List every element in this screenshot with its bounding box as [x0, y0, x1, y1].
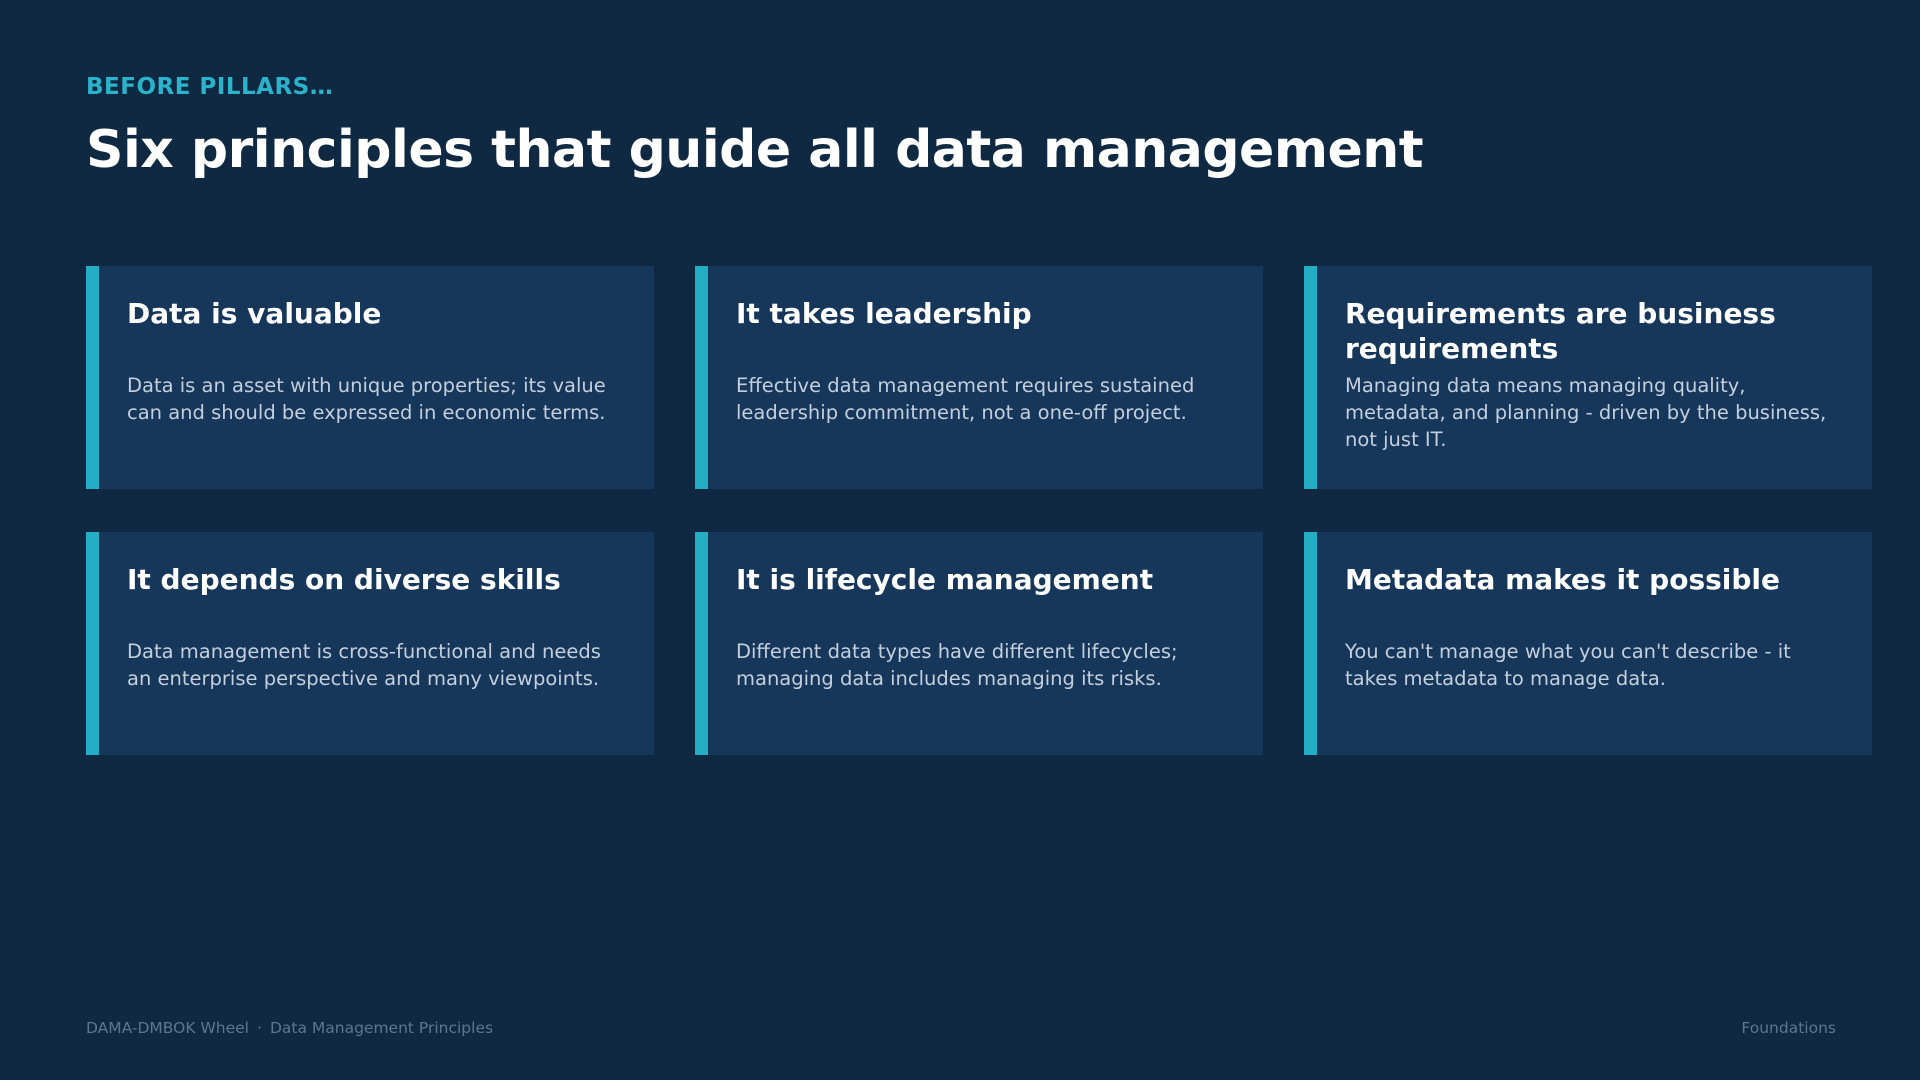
principle-card-data-is-valuable: Data is valuable Data is an asset with u… [86, 266, 654, 489]
card-accent-bar [695, 266, 708, 489]
card-accent-bar [1304, 266, 1317, 489]
principle-card-diverse-skills: It depends on diverse skills Data manage… [86, 532, 654, 755]
section-eyebrow: BEFORE PILLARS… [86, 74, 334, 100]
principles-grid: Data is valuable Data is an asset with u… [86, 266, 1873, 755]
card-title: Metadata makes it possible [1345, 563, 1781, 596]
principle-card-business-requirements: Requirements are business requirements M… [1304, 266, 1872, 489]
footer-source: DAMA-DMBOK Wheel [86, 1019, 249, 1037]
principle-card-leadership: It takes leadership Effective data manag… [695, 266, 1263, 489]
card-title: Requirements are business requirements [1345, 297, 1776, 365]
card-body: You can't manage what you can't describe… [1345, 640, 1791, 690]
footer-separator: · [257, 1019, 262, 1037]
footer-section-label: Foundations [1741, 1019, 1836, 1037]
footer-topic: Data Management Principles [269, 1019, 494, 1037]
card-title: It is lifecycle management [736, 563, 1154, 596]
card-title: It takes leadership [736, 297, 1032, 330]
card-accent-bar [86, 266, 99, 489]
principle-card-metadata: Metadata makes it possible You can't man… [1304, 532, 1872, 755]
footer-breadcrumb: DAMA-DMBOK Wheel · Data Management Princip… [86, 1018, 493, 1038]
card-title: It depends on diverse skills [127, 563, 561, 596]
principle-card-lifecycle: It is lifecycle management Different dat… [695, 532, 1263, 755]
card-body: Effective data management requires susta… [736, 374, 1195, 424]
card-accent-bar [695, 532, 708, 755]
card-title: Data is valuable [127, 297, 382, 330]
card-body: Managing data means managing quality, me… [1345, 374, 1827, 451]
card-accent-bar [1304, 532, 1317, 755]
card-body: Different data types have different life… [736, 640, 1178, 690]
slide-title: Six principles that guide all data manag… [86, 120, 1424, 180]
card-accent-bar [86, 532, 99, 755]
card-body: Data management is cross-functional and … [127, 640, 601, 690]
card-body: Data is an asset with unique properties;… [127, 374, 606, 424]
